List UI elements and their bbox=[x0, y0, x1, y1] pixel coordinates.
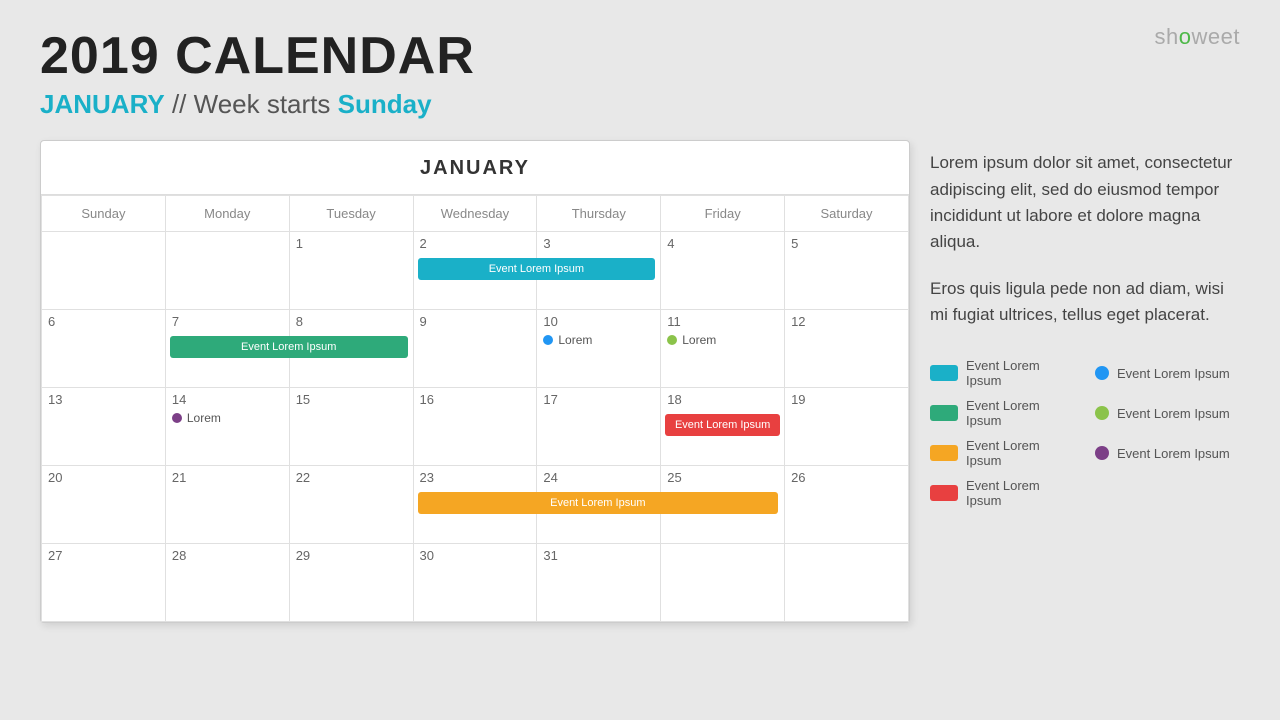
day-cell: 20 bbox=[42, 466, 166, 544]
day-cell: 15 bbox=[289, 388, 413, 466]
day-cell: 26 bbox=[785, 466, 909, 544]
subtitle-static: // Week starts bbox=[172, 89, 330, 119]
table-row: 20 21 22 23 Event Lorem Ipsum 24 25 26 bbox=[42, 466, 909, 544]
legend-label: Event Lorem Ipsum bbox=[966, 358, 1075, 388]
legend-item-dot-blue: Event Lorem Ipsum bbox=[1095, 358, 1240, 388]
col-saturday: Saturday bbox=[785, 196, 909, 232]
day-cell: 19 bbox=[785, 388, 909, 466]
legend-swatch-teal bbox=[930, 365, 958, 381]
page-header: 2019 CALENDAR JANUARY // Week starts Sun… bbox=[0, 0, 1280, 130]
page-title: 2019 CALENDAR bbox=[40, 28, 1240, 85]
description-para2: Eros quis ligula pede non ad diam, wisi … bbox=[930, 276, 1240, 329]
table-row: 13 14 Lorem 15 16 17 18 bbox=[42, 388, 909, 466]
legend-label: Event Lorem Ipsum bbox=[1117, 366, 1230, 381]
day-cell: 22 bbox=[289, 466, 413, 544]
dot-blue-icon bbox=[543, 335, 553, 345]
calendar: JANUARY Sunday Monday Tuesday Wednesday … bbox=[40, 140, 910, 623]
day-cell: 17 bbox=[537, 388, 661, 466]
legend-item-red: Event Lorem Ipsum bbox=[930, 478, 1075, 508]
col-tuesday: Tuesday bbox=[289, 196, 413, 232]
dot-event-blue: Lorem bbox=[543, 333, 654, 347]
day-cell bbox=[661, 544, 785, 622]
day-cell: 5 bbox=[785, 232, 909, 310]
main-content: JANUARY Sunday Monday Tuesday Wednesday … bbox=[0, 140, 1280, 623]
day-cell bbox=[165, 232, 289, 310]
col-sunday: Sunday bbox=[42, 196, 166, 232]
day-cell: 1 bbox=[289, 232, 413, 310]
subtitle-month: JANUARY bbox=[40, 89, 165, 119]
day-cell: 12 bbox=[785, 310, 909, 388]
event-bar-teal: Event Lorem Ipsum bbox=[418, 258, 656, 280]
subtitle-day: Sunday bbox=[338, 89, 432, 119]
brand-logo: showeet bbox=[1155, 24, 1240, 50]
dot-event-olive: Lorem bbox=[667, 333, 778, 347]
brand-highlight: o bbox=[1179, 24, 1192, 49]
day-cell bbox=[785, 544, 909, 622]
day-cell: 28 bbox=[165, 544, 289, 622]
dot-purple-icon bbox=[172, 413, 182, 423]
legend-label: Event Lorem Ipsum bbox=[966, 438, 1075, 468]
legend-label: Event Lorem Ipsum bbox=[966, 398, 1075, 428]
day-cell: 4 bbox=[661, 232, 785, 310]
table-row: 1 2 Event Lorem Ipsum 3 4 5 bbox=[42, 232, 909, 310]
legend: Event Lorem Ipsum Event Lorem Ipsum Even… bbox=[930, 358, 1240, 508]
table-row: 6 7 Event Lorem Ipsum 8 9 10 L bbox=[42, 310, 909, 388]
event-bar-green: Event Lorem Ipsum bbox=[170, 336, 408, 358]
legend-swatch-dot-purple bbox=[1095, 446, 1109, 460]
legend-item-green: Event Lorem Ipsum bbox=[930, 398, 1075, 428]
legend-swatch-dot-olive bbox=[1095, 406, 1109, 420]
legend-label: Event Lorem Ipsum bbox=[966, 478, 1075, 508]
col-friday: Friday bbox=[661, 196, 785, 232]
legend-item-dot-purple: Event Lorem Ipsum bbox=[1095, 438, 1240, 468]
right-panel: Lorem ipsum dolor sit amet, consectetur … bbox=[930, 140, 1240, 623]
brand-suffix: weet bbox=[1192, 24, 1240, 49]
dot-olive-icon bbox=[667, 335, 677, 345]
brand-prefix: sh bbox=[1155, 24, 1179, 49]
day-cell: 29 bbox=[289, 544, 413, 622]
day-cell: 30 bbox=[413, 544, 537, 622]
day-cell-week2-mon: 7 Event Lorem Ipsum bbox=[165, 310, 289, 388]
event-bar-orange: Event Lorem Ipsum bbox=[418, 492, 779, 514]
description-para1: Lorem ipsum dolor sit amet, consectetur … bbox=[930, 150, 1240, 255]
event-bar-red: Event Lorem Ipsum bbox=[665, 414, 780, 436]
day-cell: 11 Lorem bbox=[661, 310, 785, 388]
day-cell: 31 bbox=[537, 544, 661, 622]
legend-swatch-dot-blue bbox=[1095, 366, 1109, 380]
legend-label: Event Lorem Ipsum bbox=[1117, 446, 1230, 461]
col-thursday: Thursday bbox=[537, 196, 661, 232]
day-cell-week3-fri: 18 Event Lorem Ipsum bbox=[661, 388, 785, 466]
calendar-month-header: JANUARY bbox=[41, 141, 909, 195]
day-cell: 21 bbox=[165, 466, 289, 544]
day-cell bbox=[42, 232, 166, 310]
day-cell: 27 bbox=[42, 544, 166, 622]
day-cell-week1-wed: 2 Event Lorem Ipsum bbox=[413, 232, 537, 310]
legend-label: Event Lorem Ipsum bbox=[1117, 406, 1230, 421]
col-monday: Monday bbox=[165, 196, 289, 232]
legend-item-orange: Event Lorem Ipsum bbox=[930, 438, 1075, 468]
dot-event-purple: Lorem bbox=[172, 411, 283, 425]
legend-swatch-orange bbox=[930, 445, 958, 461]
legend-swatch-green bbox=[930, 405, 958, 421]
legend-swatch-red bbox=[930, 485, 958, 501]
day-cell: 13 bbox=[42, 388, 166, 466]
legend-item-dot-olive: Event Lorem Ipsum bbox=[1095, 398, 1240, 428]
day-cell: 9 bbox=[413, 310, 537, 388]
day-cell: 6 bbox=[42, 310, 166, 388]
day-cell: 14 Lorem bbox=[165, 388, 289, 466]
day-cell: 16 bbox=[413, 388, 537, 466]
col-wednesday: Wednesday bbox=[413, 196, 537, 232]
table-row: 27 28 29 30 31 bbox=[42, 544, 909, 622]
legend-item-teal: Event Lorem Ipsum bbox=[930, 358, 1075, 388]
page-subtitle: JANUARY // Week starts Sunday bbox=[40, 89, 1240, 120]
calendar-grid: Sunday Monday Tuesday Wednesday Thursday… bbox=[41, 195, 909, 622]
day-cell-week4-wed: 23 Event Lorem Ipsum bbox=[413, 466, 537, 544]
day-cell: 10 Lorem bbox=[537, 310, 661, 388]
